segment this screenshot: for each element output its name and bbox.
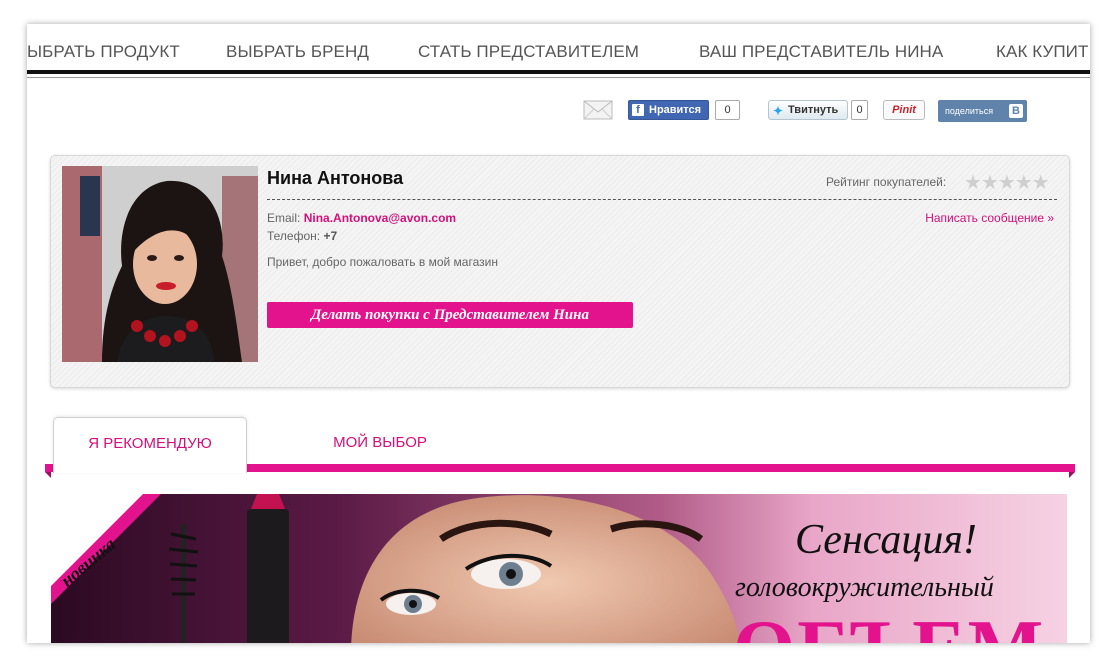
- star-icon: ★: [997, 172, 1016, 194]
- twitter-tweet-label: Твитнуть: [788, 104, 839, 116]
- pinterest-pin-button[interactable]: Pinit: [883, 100, 925, 120]
- nav-item-how-to-buy[interactable]: КАК КУПИТ: [996, 42, 1088, 62]
- twitter-tweet-count: 0: [851, 100, 868, 120]
- email-link[interactable]: Nina.Antonova@avon.com: [304, 211, 456, 225]
- tab-bar: Я РЕКОМЕНДУЮ МОЙ ВЫБОР: [45, 417, 1075, 478]
- phone-value: +7: [323, 229, 338, 243]
- representative-photo: [62, 166, 258, 362]
- email-label: Email:: [267, 211, 301, 225]
- vk-icon: В: [1009, 104, 1023, 118]
- twitter-tweet-button[interactable]: ✦ Твитнуть: [768, 100, 848, 120]
- top-navigation: ЫБРАТЬ ПРОДУКТ ВЫБРАТЬ БРЕНД СТАТЬ ПРЕДС…: [27, 24, 1090, 78]
- star-icon: ★: [1031, 172, 1050, 194]
- facebook-icon: f: [632, 104, 644, 116]
- customer-rating-stars: ★★★★★: [964, 170, 1050, 195]
- star-icon: ★: [980, 172, 999, 194]
- shop-with-representative-button[interactable]: Делать покупки с Представителем Нина: [267, 302, 633, 328]
- facebook-like-label: Нравится: [649, 104, 702, 116]
- email-share-icon[interactable]: [583, 100, 613, 120]
- banner-subline: головокружительный: [735, 572, 994, 603]
- profile-divider: [267, 199, 1057, 200]
- star-icon: ★: [964, 172, 982, 194]
- email-row: Email: Nina.Antonova@avon.com: [267, 211, 456, 225]
- banner-big-word: ОБЪЕМ: [733, 604, 1045, 643]
- browser-frame: ЫБРАТЬ ПРОДУКТ ВЫБРАТЬ БРЕНД СТАТЬ ПРЕДС…: [27, 24, 1090, 643]
- phone-label: Телефон:: [267, 229, 321, 243]
- star-icon: ★: [1014, 172, 1033, 194]
- vk-share-button[interactable]: поделиться В: [938, 100, 1027, 122]
- write-message-link[interactable]: Написать сообщение »: [925, 211, 1054, 225]
- tab-i-recommend[interactable]: Я РЕКОМЕНДУЮ: [53, 417, 247, 473]
- vk-share-label: поделиться: [945, 106, 994, 116]
- nav-item-become-representative[interactable]: СТАТЬ ПРЕДСТАВИТЕЛЕМ: [418, 42, 639, 62]
- customer-rating-label: Рейтинг покупателей:: [826, 175, 947, 189]
- facebook-like-button[interactable]: f Нравится: [628, 100, 709, 120]
- phone-row: Телефон: +7: [267, 229, 337, 243]
- promo-banner[interactable]: новинка Сенсация! головокружительный ОБЪ…: [51, 494, 1067, 643]
- representative-name: Нина Антонова: [267, 168, 404, 188]
- banner-headline: Сенсация!: [795, 517, 977, 563]
- greeting-text: Привет, добро пожаловать в мой магазин: [267, 255, 498, 269]
- tab-my-choice[interactable]: МОЙ ВЫБОР: [285, 417, 475, 469]
- twitter-bird-icon: ✦: [773, 104, 784, 118]
- facebook-like-count: 0: [715, 100, 740, 120]
- representative-profile-card: Нина Антонова Рейтинг покупателей: ★★★★★…: [50, 155, 1070, 388]
- nav-item-choose-brand[interactable]: ВЫБРАТЬ БРЕНД: [226, 42, 369, 62]
- nav-item-your-representative[interactable]: ВАШ ПРЕДСТАВИТЕЛЬ НИНА: [699, 42, 943, 62]
- representative-portrait: [62, 166, 258, 362]
- nav-item-choose-product[interactable]: ЫБРАТЬ ПРОДУКТ: [27, 42, 180, 62]
- nav-underline: [27, 77, 1090, 78]
